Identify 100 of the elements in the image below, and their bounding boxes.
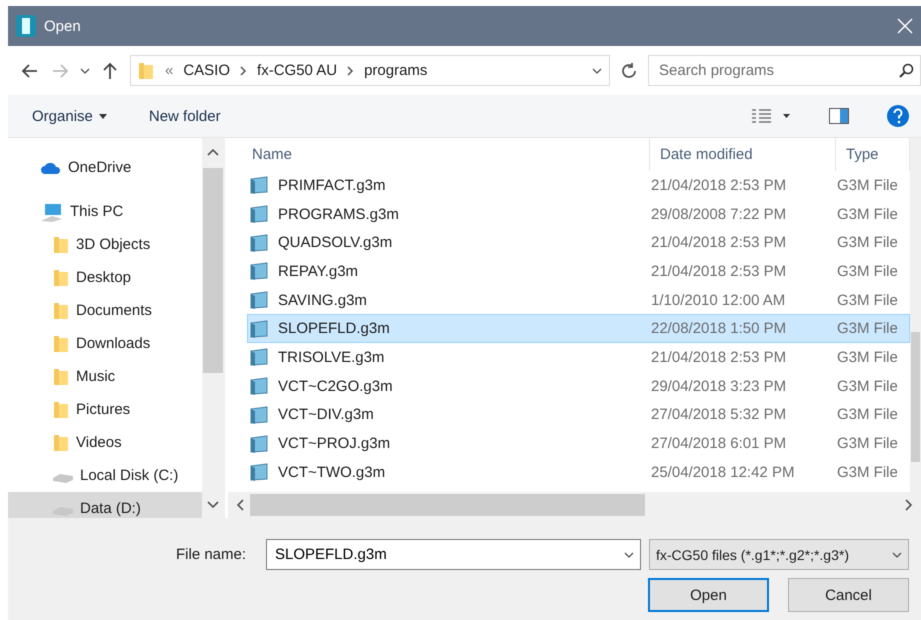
date-cell-text: 21/04/2018 2:53 PM xyxy=(651,176,788,194)
organise-button[interactable]: Organise xyxy=(30,104,109,128)
breadcrumb[interactable]: CASIO xyxy=(183,62,230,79)
caret-icon xyxy=(98,114,107,118)
file-row[interactable]: VCT~C2GO.g3m 29/04/2018 3:23 PM G3M File xyxy=(247,372,910,400)
scroll-left-icon[interactable] xyxy=(236,499,244,511)
file-icon xyxy=(248,318,270,339)
file-type-dropdown[interactable]: fx-CG50 files (*.g1*;*.g2*;*.g3*) xyxy=(649,539,909,570)
file-name: SAVING.g3m xyxy=(248,290,651,310)
new-folder-button[interactable]: New folder xyxy=(146,104,223,128)
file-row[interactable]: VCT~TWO.g3m 25/04/2018 12:42 PM G3M File xyxy=(247,458,910,487)
type-cell-text: G3M File xyxy=(837,348,899,366)
dropdown-caret-icon xyxy=(624,550,634,558)
date-cell-text: 25/04/2018 12:42 PM xyxy=(651,464,796,481)
date-cell-text: 21/04/2018 2:53 PM xyxy=(651,262,788,280)
type-cell-text: G3M File xyxy=(837,206,899,223)
column-header[interactable]: Name xyxy=(228,138,650,171)
help-icon[interactable] xyxy=(887,105,909,127)
date-cell-text: 21/04/2018 2:53 PM xyxy=(651,348,788,366)
close-icon[interactable] xyxy=(897,18,913,34)
file-icon xyxy=(248,376,270,396)
horizontal-scrollbar[interactable] xyxy=(228,492,921,518)
file-name: PROGRAMS.g3m xyxy=(248,204,651,224)
folder-icon xyxy=(52,334,70,354)
nav-item[interactable]: Downloads xyxy=(8,327,202,360)
folder-icon xyxy=(52,400,70,420)
nav-item[interactable]: OneDrive xyxy=(8,151,202,184)
file-name-label: File name: xyxy=(176,546,248,563)
search-box[interactable]: Search programs xyxy=(648,55,921,86)
column-header[interactable]: Date modified xyxy=(650,138,836,171)
file-row[interactable]: PRIMFACT.g3m 21/04/2018 2:53 PM G3M File xyxy=(247,171,910,200)
file-row[interactable]: SLOPEFLD.g3m 22/08/2018 1:50 PM G3M File xyxy=(247,314,910,344)
scroll-right-icon[interactable] xyxy=(905,499,913,511)
file-icon xyxy=(248,434,270,454)
nav-item[interactable]: Videos xyxy=(8,426,202,459)
refresh-icon[interactable] xyxy=(620,62,638,80)
date-cell-text: 22/08/2018 1:50 PM xyxy=(651,320,788,338)
file-name: QUADSOLV.g3m xyxy=(248,232,651,253)
type-cell-text: G3M File xyxy=(837,464,899,481)
nav-item[interactable]: This PC xyxy=(8,195,202,228)
overflow-marker[interactable]: « xyxy=(165,62,174,79)
nav-item[interactable]: Documents xyxy=(8,294,202,327)
folder-icon xyxy=(137,60,155,80)
breadcrumb[interactable]: programs xyxy=(364,62,428,79)
file-icon xyxy=(248,232,270,253)
type-cell-text: G3M File xyxy=(837,320,899,338)
file-icon xyxy=(248,204,270,224)
file-row[interactable]: TRISOLVE.g3m 21/04/2018 2:53 PM G3M File xyxy=(247,343,910,372)
file-row[interactable]: VCT~DIV.g3m 27/04/2018 5:32 PM G3M File xyxy=(247,400,910,430)
folder-icon xyxy=(52,300,70,320)
file-row[interactable]: VCT~PROJ.g3m 27/04/2018 6:01 PM G3M File xyxy=(247,429,910,458)
file-name-combo[interactable]: SLOPEFLD.g3m xyxy=(266,539,641,570)
scrollbar[interactable] xyxy=(910,138,921,492)
recent-locations-icon xyxy=(80,66,90,74)
file-row[interactable]: SAVING.g3m 1/10/2010 12:00 AM G3M File xyxy=(247,286,910,314)
file-name: VCT~DIV.g3m xyxy=(248,404,651,425)
file-name-field[interactable]: SLOPEFLD.g3m xyxy=(273,545,624,564)
file-name: TRISOLVE.g3m xyxy=(248,347,651,368)
open-button[interactable]: Open xyxy=(648,578,769,612)
type-cell-text: G3M File xyxy=(837,176,899,194)
preview-pane-icon[interactable] xyxy=(829,108,849,124)
date-cell-text: 27/04/2018 5:32 PM xyxy=(651,406,788,424)
file-row[interactable]: QUADSOLV.g3m 21/04/2018 2:53 PM G3M File xyxy=(247,228,910,258)
type-cell-text: G3M File xyxy=(837,378,899,395)
date-cell-text: 1/10/2010 12:00 AM xyxy=(651,292,786,309)
type-cell-text: G3M File xyxy=(837,262,899,280)
type-cell-text: G3M File xyxy=(837,406,899,424)
view-options-icon[interactable] xyxy=(751,108,791,124)
calculator-icon xyxy=(16,15,36,37)
cancel-button[interactable]: Cancel xyxy=(788,578,909,612)
nav-item[interactable]: Music xyxy=(8,360,202,393)
file-icon xyxy=(248,347,270,368)
file-icon xyxy=(248,290,270,310)
cloud-icon xyxy=(40,160,62,174)
file-row[interactable]: REPAY.g3m 21/04/2018 2:53 PM G3M File xyxy=(247,257,910,286)
file-icon xyxy=(248,404,270,425)
nav-item[interactable]: Local Disk (C:) xyxy=(8,459,202,492)
file-icon xyxy=(248,261,270,282)
chevron-right-icon xyxy=(347,66,354,76)
computer-icon xyxy=(40,202,64,222)
nav-item[interactable]: Data (D:) xyxy=(8,492,202,518)
scrollbar[interactable] xyxy=(202,138,224,518)
date-cell-text: 29/08/2008 7:22 PM xyxy=(651,206,788,223)
dropdown-caret-icon xyxy=(591,66,603,74)
folder-icon xyxy=(52,234,70,254)
file-name: VCT~PROJ.g3m xyxy=(248,434,651,454)
file-name: REPAY.g3m xyxy=(248,261,651,282)
file-icon xyxy=(248,462,270,482)
chevron-right-icon xyxy=(240,66,248,76)
file-icon xyxy=(248,175,270,196)
breadcrumb[interactable]: fx-CG50 AU xyxy=(257,62,338,79)
nav-item[interactable]: Desktop xyxy=(8,261,202,294)
window-title: Open xyxy=(44,18,82,34)
address-bar[interactable]: « CASIO fx-CG50 AU programs xyxy=(130,55,610,86)
nav-item[interactable]: Pictures xyxy=(8,393,202,426)
file-row[interactable]: PROGRAMS.g3m 29/08/2008 7:22 PM G3M File xyxy=(247,200,910,228)
file-name: SLOPEFLD.g3m xyxy=(248,318,651,339)
dropdown-caret-icon xyxy=(892,550,902,558)
date-cell-text: 27/04/2018 6:01 PM xyxy=(651,435,788,452)
nav-item[interactable]: 3D Objects xyxy=(8,228,202,261)
